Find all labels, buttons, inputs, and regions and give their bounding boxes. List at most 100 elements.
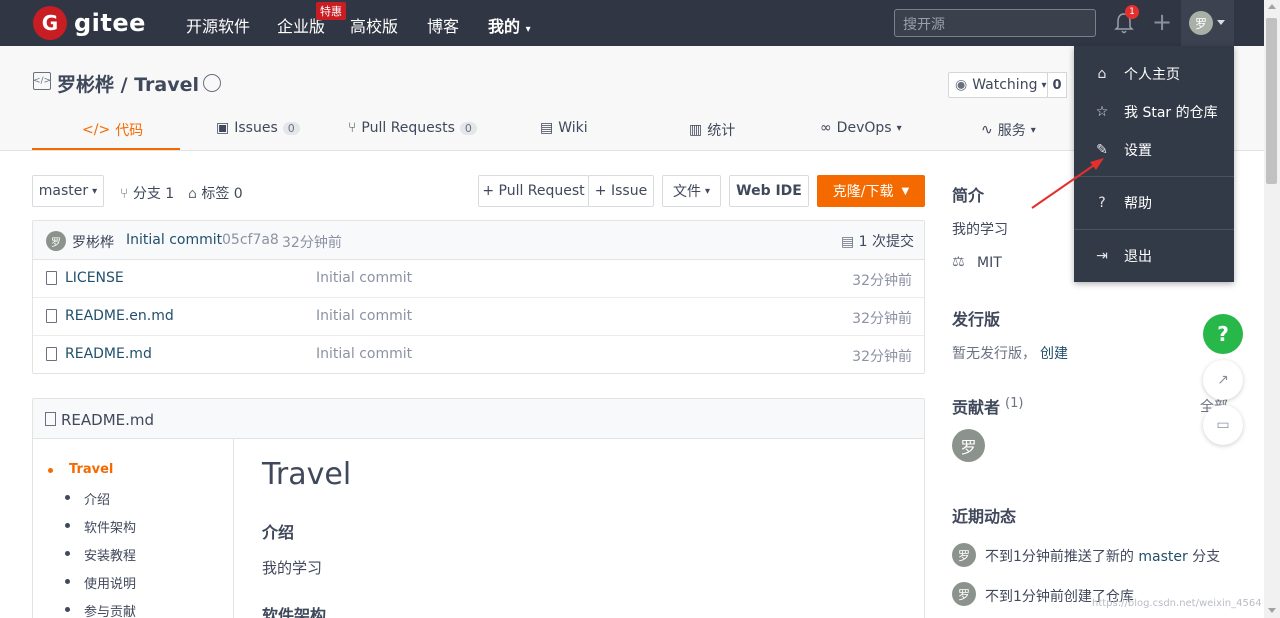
commit-count: 1 次提交 (858, 234, 914, 250)
contributors-title: 贡献者 (952, 398, 1001, 417)
commit-message-link[interactable]: Initial commit (126, 232, 222, 248)
toc-item-install[interactable]: 安装教程 (84, 545, 136, 564)
menu-item-profile[interactable]: ⌂ 个人主页 (1074, 56, 1234, 92)
tab-pull-requests[interactable]: ⑂ Pull Requests 0 (348, 120, 477, 136)
file-icon (46, 347, 57, 361)
activity-text-suffix: 分支 (1187, 549, 1221, 565)
file-commit-message[interactable]: Initial commit (316, 346, 412, 362)
file-commit-message[interactable]: Initial commit (316, 270, 412, 286)
commit-hash[interactable]: 05cf7a8 (222, 232, 279, 248)
gitee-logo-icon: G (33, 6, 67, 40)
toc-item-architecture[interactable]: 软件架构 (84, 517, 136, 536)
chevron-down-icon: ▼ (901, 185, 910, 197)
watch-label: Watching (972, 77, 1038, 93)
nav-blog[interactable]: 博客 (427, 13, 459, 37)
clone-download-button[interactable]: 克隆/下载 ▼ (817, 175, 925, 207)
tab-stats[interactable]: ▥ 统计 (689, 120, 735, 140)
avatar[interactable]: 罗 (952, 582, 976, 606)
file-commit-message[interactable]: Initial commit (316, 308, 412, 324)
avatar[interactable]: 罗 (952, 543, 976, 567)
watch-count[interactable]: 0 (1047, 72, 1067, 98)
plus-icon[interactable]: + (1152, 8, 1172, 36)
table-row[interactable]: README.en.md Initial commit 32分钟前 (33, 298, 924, 336)
scroll-up-icon[interactable] (1268, 4, 1276, 9)
branches-link[interactable]: ⑂ 分支 1 (120, 183, 174, 203)
search-input[interactable]: 搜开源 (894, 9, 1096, 37)
branches-label: 分支 1 (132, 186, 175, 202)
chevron-down-icon: ▾ (1030, 124, 1036, 136)
nav-mine[interactable]: 我的 ▾ (488, 13, 531, 37)
toc-bullet-icon (48, 468, 53, 473)
issues-icon: ▣ (216, 120, 230, 136)
toc-item-usage[interactable]: 使用说明 (84, 573, 136, 592)
chevron-down-icon: ▾ (1041, 79, 1047, 91)
tab-code-label: 代码 (115, 123, 144, 139)
tab-wiki[interactable]: ▤ Wiki (540, 120, 588, 136)
commit-time: 32分钟前 (282, 235, 342, 251)
nav-open-source[interactable]: 开源软件 (186, 13, 250, 37)
file-button[interactable]: 文件 ▾ (662, 175, 721, 207)
tab-pr-label: Pull Requests (361, 120, 455, 136)
toc-bullet-icon (65, 495, 70, 500)
menu-divider (1074, 176, 1234, 177)
release-create-link[interactable]: 创建 (1040, 343, 1068, 363)
commit-count-link[interactable]: ▤ 1 次提交 (841, 231, 914, 251)
menu-item-logout[interactable]: ⇥ 退出 (1074, 238, 1234, 274)
license-link[interactable]: MIT (977, 255, 1002, 271)
tags-link[interactable]: ⌂ 标签 0 (188, 183, 243, 203)
issue-button[interactable]: + Issue (588, 175, 654, 207)
activity-text: 不到1分钟前推送了新的 (985, 549, 1139, 565)
menu-divider (1074, 229, 1234, 230)
tab-services[interactable]: ∿ 服务 ▾ (981, 120, 1036, 140)
nav-education[interactable]: 高校版 (350, 13, 398, 37)
menu-item-label: 退出 (1124, 249, 1152, 265)
toc-item-travel[interactable]: Travel (69, 462, 113, 477)
table-row[interactable]: LICENSE Initial commit 32分钟前 (33, 260, 924, 298)
share-icon[interactable]: ↗ (1203, 360, 1243, 400)
tab-devops[interactable]: ∞ DevOps ▾ (820, 120, 902, 136)
activity-item: 不到1分钟前推送了新的 master 分支 (985, 546, 1220, 566)
file-name[interactable]: README.md (65, 346, 152, 362)
file-name[interactable]: README.en.md (65, 308, 174, 324)
eye-icon: ◉ (955, 77, 968, 93)
help-float-button[interactable]: ? (1203, 314, 1243, 354)
gitee-logo[interactable]: G gitee (33, 6, 146, 40)
tab-code[interactable]: </> 代码 (82, 120, 143, 140)
tags-label: 标签 0 (201, 186, 243, 202)
table-row[interactable]: README.md Initial commit 32分钟前 (33, 336, 924, 374)
nav-mine-label: 我的 (488, 17, 521, 36)
release-text: 暂无发行版， (952, 346, 1036, 362)
readme-header: README.md (33, 399, 924, 439)
branch-select[interactable]: master ▾ (32, 175, 104, 207)
toc-item-intro[interactable]: 介绍 (84, 489, 110, 508)
commit-author-avatar[interactable]: 罗 (46, 231, 66, 251)
avatar[interactable]: 罗 (952, 429, 985, 462)
file-button-label: 文件 (672, 184, 701, 200)
watch-button[interactable]: ◉ Watching ▾ (948, 72, 1048, 98)
menu-item-settings[interactable]: ✎ 设置 (1074, 132, 1234, 168)
project-title[interactable]: 罗彬桦 / Travel (57, 70, 199, 97)
readme-filename: README.md (61, 411, 155, 429)
pull-request-button[interactable]: + Pull Request (478, 175, 589, 207)
web-ide-button[interactable]: Web IDE (729, 175, 809, 207)
scrollbar-thumb[interactable] (1266, 18, 1277, 184)
activity-branch-link[interactable]: master (1138, 549, 1187, 565)
avatar[interactable]: 罗 (1189, 11, 1213, 35)
menu-item-label: 帮助 (1124, 196, 1152, 212)
file-name[interactable]: LICENSE (65, 270, 124, 286)
clone-label: 克隆/下载 (832, 184, 894, 200)
file-table: 罗 罗彬桦 Initial commit 05cf7a8 32分钟前 ▤ 1 次… (32, 220, 925, 374)
readme-toc: Travel 介绍 软件架构 安装教程 使用说明 参与贡献 (33, 439, 234, 618)
scroll-down-icon[interactable] (1268, 608, 1276, 613)
tab-issues[interactable]: ▣ Issues 0 (216, 120, 300, 136)
enterprise-hot-badge: 特惠 (316, 2, 346, 20)
top-navbar: G gitee 开源软件 企业版 特惠 高校版 博客 我的 ▾ 搜开源 1 + … (0, 0, 1264, 46)
tab-pr-count: 0 (459, 121, 477, 135)
menu-item-help[interactable]: ? 帮助 (1074, 185, 1234, 221)
commit-author[interactable]: 罗彬桦 (72, 232, 114, 252)
chat-icon[interactable]: ▭ (1203, 405, 1243, 445)
logout-icon: ⇥ (1096, 248, 1108, 264)
toc-bullet-icon (65, 551, 70, 556)
toc-item-contribute[interactable]: 参与贡献 (84, 601, 136, 618)
menu-item-starred[interactable]: ☆ 我 Star 的仓库 (1074, 94, 1234, 130)
